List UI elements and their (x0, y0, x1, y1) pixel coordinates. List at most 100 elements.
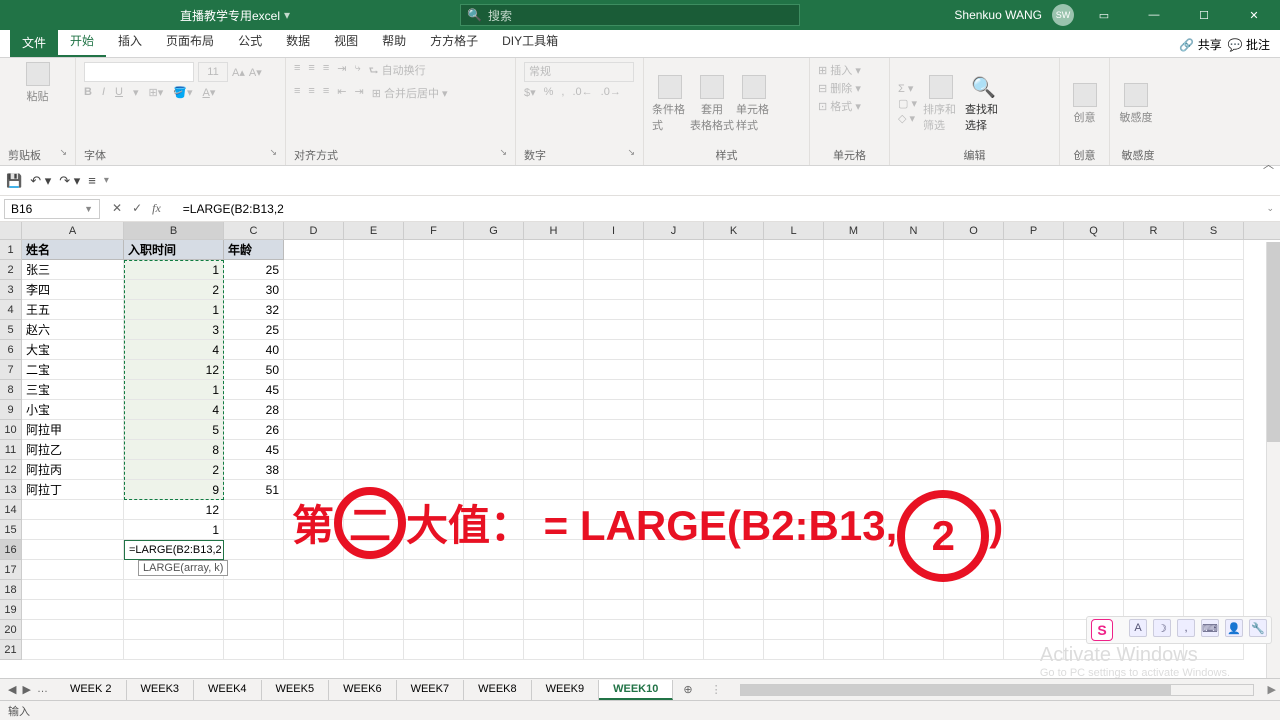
cell-O19[interactable] (944, 600, 1004, 620)
cell-E5[interactable] (344, 320, 404, 340)
row-header-13[interactable]: 13 (0, 480, 22, 500)
cell-M17[interactable] (824, 560, 884, 580)
cell-R16[interactable] (1124, 540, 1184, 560)
sheet-tab-WEEK8[interactable]: WEEK8 (464, 680, 532, 700)
minimize-button[interactable]: — (1134, 0, 1174, 30)
cell-H1[interactable] (524, 240, 584, 260)
cell-C16[interactable] (224, 540, 284, 560)
sort-filter-button[interactable]: 排序和筛选 (923, 75, 959, 133)
cell-K4[interactable] (704, 300, 764, 320)
cell-E20[interactable] (344, 620, 404, 640)
cell-C2[interactable]: 25 (224, 260, 284, 280)
cell-I6[interactable] (584, 340, 644, 360)
cell-H7[interactable] (524, 360, 584, 380)
cell-E13[interactable] (344, 480, 404, 500)
cell-R4[interactable] (1124, 300, 1184, 320)
cell-D21[interactable] (284, 640, 344, 660)
cell-O1[interactable] (944, 240, 1004, 260)
cell-J20[interactable] (644, 620, 704, 640)
cancel-formula-icon[interactable]: ✕ (112, 201, 122, 216)
cell-I19[interactable] (584, 600, 644, 620)
find-select-button[interactable]: 🔍查找和选择 (965, 75, 1001, 133)
cell-D16[interactable] (284, 540, 344, 560)
horizontal-scrollbar[interactable] (740, 684, 1254, 696)
cell-C20[interactable] (224, 620, 284, 640)
redo-icon[interactable]: ↷ ▾ (59, 173, 80, 189)
cell-E8[interactable] (344, 380, 404, 400)
cell-P20[interactable] (1004, 620, 1064, 640)
cell-M7[interactable] (824, 360, 884, 380)
cell-O9[interactable] (944, 400, 1004, 420)
cell-L1[interactable] (764, 240, 824, 260)
cell-R12[interactable] (1124, 460, 1184, 480)
cell-J9[interactable] (644, 400, 704, 420)
cell-O8[interactable] (944, 380, 1004, 400)
cell-O16[interactable] (944, 540, 1004, 560)
cell-K10[interactable] (704, 420, 764, 440)
cell-K9[interactable] (704, 400, 764, 420)
cell-G17[interactable] (464, 560, 524, 580)
tab-视图[interactable]: 视图 (322, 28, 370, 57)
cell-O13[interactable] (944, 480, 1004, 500)
cell-P9[interactable] (1004, 400, 1064, 420)
cell-N18[interactable] (884, 580, 944, 600)
cell-I5[interactable] (584, 320, 644, 340)
cell-M13[interactable] (824, 480, 884, 500)
cell-Q13[interactable] (1064, 480, 1124, 500)
cell-E3[interactable] (344, 280, 404, 300)
cell-S9[interactable] (1184, 400, 1244, 420)
undo-icon[interactable]: ↶ ▾ (30, 173, 51, 189)
cell-O7[interactable] (944, 360, 1004, 380)
cell-L5[interactable] (764, 320, 824, 340)
cell-C13[interactable]: 51 (224, 480, 284, 500)
cell-P21[interactable] (1004, 640, 1064, 660)
cell-E9[interactable] (344, 400, 404, 420)
cell-N20[interactable] (884, 620, 944, 640)
cell-L16[interactable] (764, 540, 824, 560)
bold-button[interactable]: B (84, 86, 92, 99)
cell-S6[interactable] (1184, 340, 1244, 360)
font-size-box[interactable]: 11 (198, 62, 228, 82)
cell-O6[interactable] (944, 340, 1004, 360)
cell-L14[interactable] (764, 500, 824, 520)
cell-J2[interactable] (644, 260, 704, 280)
wrap-text-button[interactable]: ⮑ 自动换行 (369, 62, 426, 81)
cell-D17[interactable] (284, 560, 344, 580)
maximize-button[interactable]: ☐ (1184, 0, 1224, 30)
cell-A6[interactable]: 大宝 (22, 340, 124, 360)
cell-B2[interactable]: 1 (124, 260, 224, 280)
tab-file[interactable]: 文件 (10, 28, 58, 57)
cell-R17[interactable] (1124, 560, 1184, 580)
cell-S17[interactable] (1184, 560, 1244, 580)
col-header-I[interactable]: I (584, 222, 644, 239)
cell-J5[interactable] (644, 320, 704, 340)
cell-H4[interactable] (524, 300, 584, 320)
cell-P11[interactable] (1004, 440, 1064, 460)
ime-toolbar[interactable]: S A ☽ , ⌨ 👤 🔧 (1086, 616, 1272, 644)
cell-O17[interactable] (944, 560, 1004, 580)
cell-M9[interactable] (824, 400, 884, 420)
cell-M6[interactable] (824, 340, 884, 360)
vertical-scrollbar[interactable] (1266, 242, 1280, 678)
cell-F14[interactable] (404, 500, 464, 520)
cell-C11[interactable]: 45 (224, 440, 284, 460)
cell-A18[interactable] (22, 580, 124, 600)
cell-H11[interactable] (524, 440, 584, 460)
cell-J17[interactable] (644, 560, 704, 580)
cell-G3[interactable] (464, 280, 524, 300)
share-button[interactable]: 🔗 共享 (1179, 36, 1221, 53)
cell-P5[interactable] (1004, 320, 1064, 340)
tab-数据[interactable]: 数据 (274, 28, 322, 57)
cell-N11[interactable] (884, 440, 944, 460)
cell-A7[interactable]: 二宝 (22, 360, 124, 380)
cell-E16[interactable] (344, 540, 404, 560)
cell-R3[interactable] (1124, 280, 1184, 300)
collapse-ribbon-icon[interactable]: ︿ (1263, 156, 1274, 172)
fill-icon[interactable]: ▢ ▾ (898, 97, 917, 110)
cell-P17[interactable] (1004, 560, 1064, 580)
cell-J6[interactable] (644, 340, 704, 360)
cell-L11[interactable] (764, 440, 824, 460)
ime-moon-icon[interactable]: ☽ (1153, 619, 1171, 637)
cell-Q11[interactable] (1064, 440, 1124, 460)
row-header-10[interactable]: 10 (0, 420, 22, 440)
